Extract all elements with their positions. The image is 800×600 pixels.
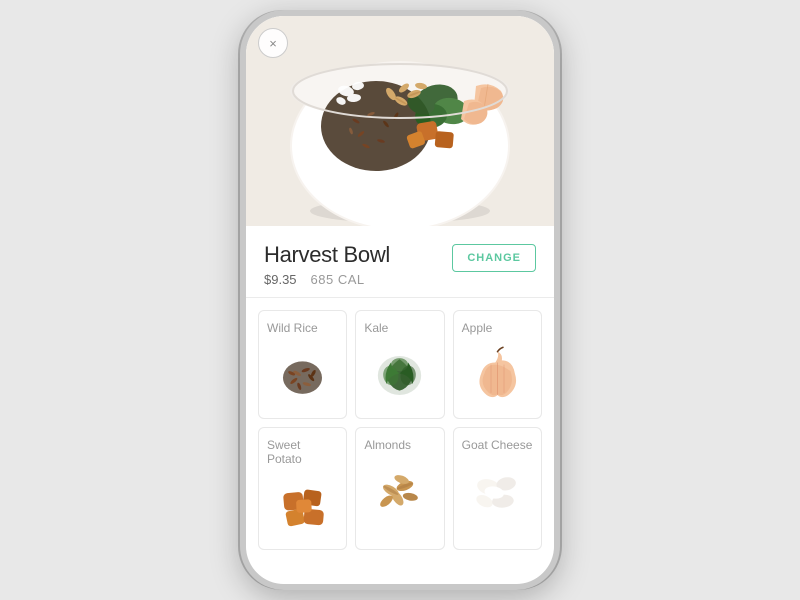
ingredient-image-goat-cheese <box>465 460 530 525</box>
ingredient-name-wild-rice: Wild Rice <box>267 321 338 335</box>
close-icon: × <box>269 36 277 51</box>
ingredient-card-sweet-potato[interactable]: Sweet Potato <box>258 427 347 550</box>
ingredient-image-almonds <box>367 460 432 525</box>
ingredients-section: Wild Rice Kale Apple <box>246 298 554 562</box>
food-image-container: × <box>246 16 554 226</box>
ingredient-image-apple <box>465 343 530 408</box>
ingredient-name-almonds: Almonds <box>364 438 435 452</box>
product-price: $9.35 <box>264 272 297 287</box>
ingredient-name-kale: Kale <box>364 321 435 335</box>
ingredient-image-kale <box>367 343 432 408</box>
ingredient-card-goat-cheese[interactable]: Goat Cheese <box>453 427 542 550</box>
close-button[interactable]: × <box>258 28 288 58</box>
ingredient-name-sweet-potato: Sweet Potato <box>267 438 338 466</box>
ingredient-image-sweet-potato <box>270 474 335 539</box>
product-name: Harvest Bowl <box>264 242 390 268</box>
ingredient-image-wild-rice <box>270 343 335 408</box>
ingredient-name-goat-cheese: Goat Cheese <box>462 438 533 452</box>
phone-frame: × Harvest Bowl $9.35 685 CAL CHANGE Wild… <box>240 10 560 590</box>
screen-content: × Harvest Bowl $9.35 685 CAL CHANGE Wild… <box>246 16 554 584</box>
ingredient-card-kale[interactable]: Kale <box>355 310 444 419</box>
change-button[interactable]: CHANGE <box>452 244 536 272</box>
product-info: Harvest Bowl $9.35 685 CAL CHANGE <box>246 226 554 298</box>
product-meta: $9.35 685 CAL <box>264 272 390 287</box>
phone-screen: × Harvest Bowl $9.35 685 CAL CHANGE Wild… <box>246 16 554 584</box>
ingredient-card-apple[interactable]: Apple <box>453 310 542 419</box>
ingredient-card-almonds[interactable]: Almonds <box>355 427 444 550</box>
ingredients-grid: Wild Rice Kale Apple <box>258 310 542 550</box>
product-details: Harvest Bowl $9.35 685 CAL <box>264 242 390 287</box>
ingredient-card-wild-rice[interactable]: Wild Rice <box>258 310 347 419</box>
ingredient-name-apple: Apple <box>462 321 533 335</box>
product-calories: 685 CAL <box>311 272 365 287</box>
